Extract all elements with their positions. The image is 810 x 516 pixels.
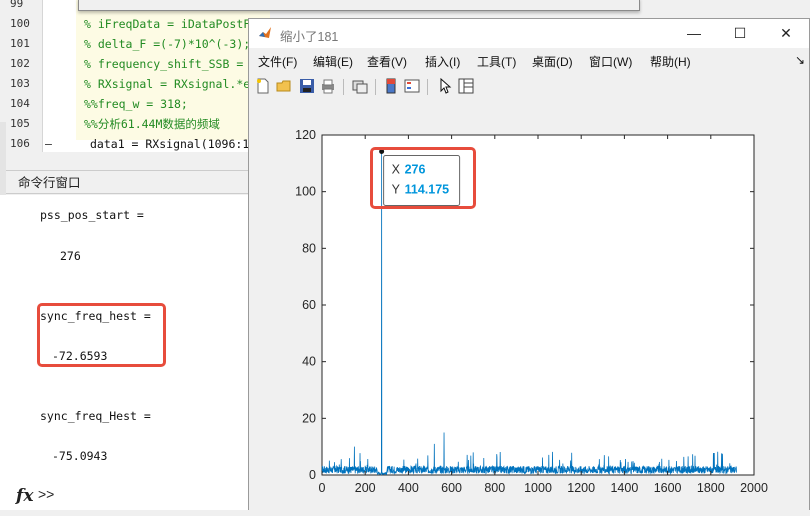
code-text: % frequency_shift_SSB = [84, 57, 244, 71]
command-prompt[interactable]: >> [38, 486, 54, 502]
minimize-button[interactable]: — [671, 21, 717, 45]
x-tick-label: 0 [319, 481, 326, 495]
line-number: 102 [10, 57, 30, 70]
code-line[interactable]: 100 % iFreqData = iDataPostF [0, 14, 270, 34]
x-tick-label: 600 [441, 481, 462, 495]
colorbar-icon[interactable] [383, 78, 399, 94]
cmd-output-pss-value: 276 [60, 249, 81, 263]
code-line[interactable]: 104 %%freq_w = 318; [0, 94, 270, 114]
cmd-output-pss-label: pss_pos_start = [40, 208, 144, 222]
matlab-logo-icon [259, 27, 271, 38]
menu-desktop[interactable]: 桌面(D) [532, 53, 573, 70]
code-line[interactable]: 106 – data1 = RXsignal(1096:1 [0, 134, 270, 154]
x-tick-label: 2000 [740, 481, 768, 495]
code-text: data1 = RXsignal(1096:1 [90, 137, 250, 151]
frequency-plot[interactable]: 0 200 400 600 800 1000 1200 1400 1600 1800 2000 0 20… [249, 101, 809, 511]
plot-area[interactable]: 0 200 400 600 800 1000 1200 1400 1600 1800 2000 0 20… [249, 101, 809, 511]
new-figure-icon[interactable] [255, 78, 271, 94]
figure-title: 缩小了181 [280, 30, 339, 44]
code-line[interactable]: 102 % frequency_shift_SSB = [0, 54, 270, 74]
menu-edit[interactable]: 编辑(E) [313, 53, 353, 70]
figure-window[interactable]: 缩小了181 — ☐ ✕ 文件(F) 编辑(E) 查看(V) 插入(I) 工具(… [248, 18, 810, 511]
x-tick-label: 1600 [654, 481, 682, 495]
y-tick-label: 100 [295, 185, 316, 199]
y-tick-label: 40 [302, 355, 316, 369]
open-file-icon[interactable] [276, 78, 292, 94]
figure-menubar: 文件(F) 编辑(E) 查看(V) 插入(I) 工具(T) 桌面(D) 窗口(W… [249, 49, 809, 71]
highlight-box-sync-freq [37, 303, 166, 367]
line-number: 101 [10, 37, 30, 50]
close-button[interactable]: ✕ [763, 21, 809, 45]
link-plot-icon[interactable] [352, 78, 368, 94]
y-tick-label: 60 [302, 298, 316, 312]
cmd-output-Hest-label: sync_freq_Hest = [40, 409, 151, 423]
y-tick-label: 20 [302, 411, 316, 425]
print-icon[interactable] [320, 78, 336, 94]
y-tick-label: 80 [302, 241, 316, 255]
code-text: % iFreqData = iDataPostF [84, 17, 251, 31]
property-inspector-icon[interactable] [458, 78, 474, 94]
toolbar-separator [427, 79, 428, 95]
cmd-output-Hest-value: -75.0943 [52, 449, 108, 463]
code-line[interactable]: 103 % RXsignal = RXsignal.*e [0, 74, 270, 94]
figure-titlebar[interactable]: 缩小了181 — ☐ ✕ [249, 19, 809, 48]
menu-file[interactable]: 文件(F) [258, 53, 297, 70]
menu-tools[interactable]: 工具(T) [477, 53, 516, 70]
menu-insert[interactable]: 插入(I) [425, 53, 460, 70]
line-number: 104 [10, 97, 30, 110]
line-number: 99 [10, 0, 24, 10]
x-tick-label: 1800 [697, 481, 725, 495]
code-editor[interactable]: 99 100 % iFreqData = iDataPostF 101 % delta_… [0, 0, 640, 154]
code-text: % RXsignal = RXsignal.*e [84, 77, 251, 91]
menu-view[interactable]: 查看(V) [367, 53, 407, 70]
code-text: % delta_F =(-7)*10^(-3); [84, 37, 251, 51]
line-number: 106 [10, 137, 30, 150]
code-text: %%分析61.44M数据的频域 [84, 117, 220, 131]
fx-icon[interactable]: fx [16, 486, 33, 506]
x-tick-label: 1000 [524, 481, 552, 495]
save-icon[interactable] [299, 78, 315, 94]
line-number: 100 [10, 17, 30, 30]
x-tick-label: 800 [484, 481, 505, 495]
figure-toolbar [249, 74, 809, 100]
menu-help[interactable]: 帮助(H) [650, 53, 691, 70]
toolbar-separator [375, 79, 376, 95]
code-line[interactable]: 99 [0, 0, 270, 14]
menu-window[interactable]: 窗口(W) [589, 53, 632, 70]
code-line[interactable]: 101 % delta_F =(-7)*10^(-3); [0, 34, 270, 54]
overflow-arrow-icon[interactable]: ↘ [795, 53, 805, 67]
select-arrow-icon[interactable] [437, 78, 453, 94]
highlight-box-datatip [370, 147, 476, 209]
x-tick-label: 1400 [610, 481, 638, 495]
maximize-button[interactable]: ☐ [717, 21, 763, 45]
code-text: %%freq_w = 318; [84, 97, 188, 111]
breakpoint-dash[interactable]: – [45, 134, 52, 154]
line-number: 103 [10, 77, 30, 90]
y-tick-label: 0 [309, 468, 316, 482]
code-line[interactable]: 105 %%分析61.44M数据的频域 [0, 114, 270, 134]
line-number: 105 [10, 117, 30, 130]
x-tick-label: 1200 [567, 481, 595, 495]
x-tick-label: 400 [398, 481, 419, 495]
toolbar-separator [343, 79, 344, 95]
x-tick-label: 200 [355, 481, 376, 495]
command-window-title: 命令行窗口 [0, 170, 250, 194]
legend-icon[interactable] [404, 78, 420, 94]
y-tick-label: 120 [295, 128, 316, 142]
